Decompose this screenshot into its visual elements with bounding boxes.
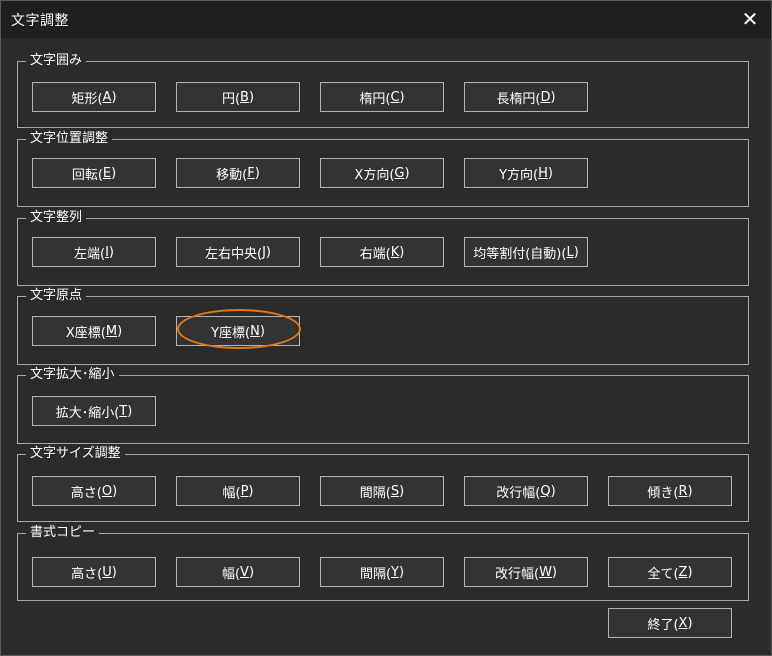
- slant-button[interactable]: 傾き(R): [608, 476, 732, 506]
- group-label: 文字サイズ調整: [26, 445, 125, 463]
- align-center-button[interactable]: 左右中央(J): [176, 237, 300, 267]
- window-title: 文字調整: [11, 13, 69, 29]
- scale-button[interactable]: 拡大･縮小(T): [32, 396, 156, 426]
- copy-all-button[interactable]: 全て(Z): [608, 557, 732, 587]
- rotate-button[interactable]: 回転(E): [32, 158, 156, 188]
- x-direction-button[interactable]: X方向(G): [320, 158, 444, 188]
- y-direction-button[interactable]: Y方向(H): [464, 158, 588, 188]
- circle-button[interactable]: 円(B): [176, 82, 300, 112]
- y-coordinate-button[interactable]: Y座標(N): [176, 316, 300, 346]
- group-label: 文字原点: [26, 287, 87, 305]
- justify-auto-button[interactable]: 均等割付(自動)(L): [464, 237, 588, 267]
- move-button[interactable]: 移動(F): [176, 158, 300, 188]
- align-left-button[interactable]: 左端(I): [32, 237, 156, 267]
- group-label: 文字整列: [26, 209, 87, 227]
- width-button[interactable]: 幅(P): [176, 476, 300, 506]
- align-right-button[interactable]: 右端(K): [320, 237, 444, 267]
- group-label: 文字拡大･縮小: [26, 366, 119, 384]
- title-bar[interactable]: 文字調整 ✕: [1, 1, 771, 38]
- height-button[interactable]: 高さ(O): [32, 476, 156, 506]
- copy-spacing-button[interactable]: 間隔(Y): [320, 557, 444, 587]
- copy-line-spacing-button[interactable]: 改行幅(W): [464, 557, 588, 587]
- group-label: 書式コピー: [26, 524, 100, 542]
- group-label: 文字位置調整: [26, 130, 113, 148]
- ellipse-button[interactable]: 楕円(C): [320, 82, 444, 112]
- copy-width-button[interactable]: 幅(V): [176, 557, 300, 587]
- group-label: 文字囲み: [26, 52, 87, 70]
- rectangle-button[interactable]: 矩形(A): [32, 82, 156, 112]
- x-coordinate-button[interactable]: X座標(M): [32, 316, 156, 346]
- spacing-button[interactable]: 間隔(S): [320, 476, 444, 506]
- copy-height-button[interactable]: 高さ(U): [32, 557, 156, 587]
- line-spacing-button[interactable]: 改行幅(Q): [464, 476, 588, 506]
- long-ellipse-button[interactable]: 長楕円(D): [464, 82, 588, 112]
- exit-button[interactable]: 終了(X): [608, 608, 732, 638]
- close-icon[interactable]: ✕: [735, 5, 765, 33]
